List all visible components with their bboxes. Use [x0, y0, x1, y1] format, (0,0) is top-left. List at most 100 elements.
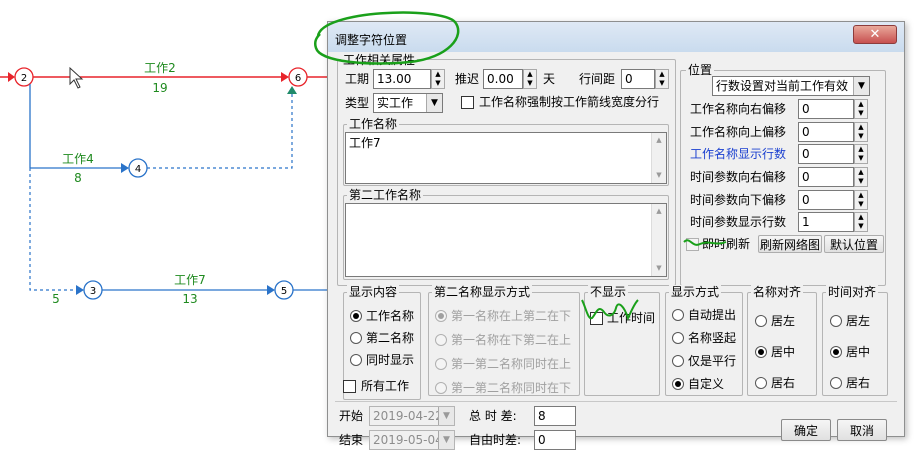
name-up-offset-label: 工作名称向上偏移	[690, 125, 787, 139]
hide-work-time-checkbox[interactable]	[590, 312, 603, 325]
spin-down-icon[interactable]: ▼	[855, 222, 867, 231]
refresh-now-checkbox[interactable]	[686, 238, 699, 251]
duration-spinner[interactable]: ▲ ▼	[431, 69, 445, 89]
display-mode-option-label: 名称竖起	[688, 331, 737, 345]
spin-up-icon[interactable]: ▲	[855, 100, 867, 109]
spin-down-icon[interactable]: ▼	[432, 79, 444, 88]
scroll-down-icon[interactable]: ▼	[652, 261, 666, 276]
display-content-title: 显示内容	[347, 285, 400, 299]
display-content-radio-name[interactable]	[350, 310, 362, 322]
default-position-button[interactable]: 默认位置	[824, 235, 884, 253]
time-right-offset-input[interactable]: 0	[798, 167, 854, 187]
line-spacing-spinner[interactable]: ▲ ▼	[655, 69, 669, 89]
line-spacing-input[interactable]: 0	[621, 69, 655, 89]
all-work-checkbox[interactable]	[343, 380, 356, 393]
scroll-up-icon[interactable]: ▲	[652, 204, 666, 219]
dummy-edge-4-to-6	[147, 94, 293, 169]
spin-up-icon[interactable]: ▲	[855, 145, 867, 154]
chevron-down-icon[interactable]: ▼	[438, 431, 454, 449]
force-split-checkbox[interactable]	[461, 96, 474, 109]
close-button[interactable]: ✕	[853, 25, 897, 44]
chevron-down-icon[interactable]: ▼	[438, 407, 454, 425]
day-unit-label: 天	[543, 72, 556, 86]
name-align-option-label: 居右	[771, 376, 796, 390]
display-mode-radio-custom[interactable]	[672, 378, 684, 390]
line-spacing-label: 行间距	[579, 72, 616, 86]
time-down-offset-input[interactable]: 0	[798, 190, 854, 210]
display-mode-option-label: 仅是平行	[688, 354, 737, 368]
time-rows-input[interactable]: 1	[798, 212, 854, 232]
name-align-title: 名称对齐	[751, 285, 804, 299]
start-date-input[interactable]: 2019-04-22 ▼	[369, 406, 455, 426]
spin-up-icon[interactable]: ▲	[855, 191, 867, 200]
chevron-down-icon[interactable]: ▼	[853, 77, 869, 95]
spin-down-icon[interactable]: ▼	[855, 154, 867, 163]
work-name-scrollbar[interactable]: ▲ ▼	[651, 133, 666, 183]
spin-up-icon[interactable]: ▲	[855, 123, 867, 132]
spin-up-icon[interactable]: ▲	[432, 70, 444, 79]
second-mode-radio-3[interactable]	[435, 358, 447, 370]
type-select[interactable]: 实工作 ▼	[373, 93, 443, 113]
time-rows-label: 时间参数显示行数	[690, 215, 787, 229]
spin-up-icon[interactable]: ▲	[656, 70, 668, 79]
name-up-offset-input[interactable]: 0	[798, 122, 854, 142]
name-rows-input[interactable]: 0	[798, 144, 854, 164]
spin-down-icon[interactable]: ▼	[656, 79, 668, 88]
second-name-scrollbar[interactable]: ▲ ▼	[651, 204, 666, 276]
spin-down-icon[interactable]: ▼	[855, 177, 867, 186]
time-align-radio-center[interactable]	[830, 346, 842, 358]
work-name-textarea[interactable]: 工作7 ▲ ▼	[345, 132, 667, 184]
duration-input[interactable]: 13.00	[373, 69, 431, 89]
name-right-offset-spinner[interactable]: ▲ ▼	[854, 99, 868, 119]
time-down-offset-spinner[interactable]: ▲ ▼	[854, 190, 868, 210]
dialog-titlebar[interactable]: 调整字符位置 ✕	[328, 22, 904, 52]
spin-down-icon[interactable]: ▼	[855, 132, 867, 141]
display-mode-radio-auto[interactable]	[672, 309, 684, 321]
display-content-radio-both[interactable]	[350, 354, 362, 366]
display-mode-radio-parallel[interactable]	[672, 355, 684, 367]
ok-button[interactable]: 确定	[781, 419, 831, 441]
second-mode-radio-1[interactable]	[435, 310, 447, 322]
refresh-network-button[interactable]: 刷新网络图	[758, 235, 822, 253]
total-float-input[interactable]: 8	[534, 406, 576, 426]
name-align-option-label: 居中	[771, 345, 796, 359]
time-down-offset-label: 时间参数向下偏移	[690, 193, 787, 207]
scroll-down-icon[interactable]: ▼	[652, 168, 666, 183]
second-name-textarea[interactable]: ▲ ▼	[345, 203, 667, 277]
display-mode-radio-vertical[interactable]	[672, 332, 684, 344]
end-date-value: 2019-05-04	[373, 433, 443, 447]
time-align-radio-left[interactable]	[830, 315, 842, 327]
spin-up-icon[interactable]: ▲	[524, 70, 536, 79]
free-float-input[interactable]: 0	[534, 430, 576, 450]
time-align-radio-right[interactable]	[830, 377, 842, 389]
spin-up-icon[interactable]: ▲	[855, 168, 867, 177]
time-align-option-label: 居中	[846, 345, 871, 359]
cancel-button[interactable]: 取消	[837, 419, 887, 441]
spin-down-icon[interactable]: ▼	[855, 200, 867, 209]
delay-input[interactable]: 0.00	[483, 69, 523, 89]
hide-title: 不显示	[588, 285, 629, 299]
spin-down-icon[interactable]: ▼	[524, 79, 536, 88]
name-rows-spinner[interactable]: ▲ ▼	[854, 144, 868, 164]
delay-spinner[interactable]: ▲ ▼	[523, 69, 537, 89]
name-align-radio-left[interactable]	[755, 315, 767, 327]
chevron-down-icon[interactable]: ▼	[426, 94, 442, 112]
name-up-offset-spinner[interactable]: ▲ ▼	[854, 122, 868, 142]
edge-work7-duration: 13	[182, 292, 197, 306]
spin-up-icon[interactable]: ▲	[855, 213, 867, 222]
name-align-radio-right[interactable]	[755, 377, 767, 389]
adjust-text-position-dialog: 调整字符位置 ✕ 工作相关属性 工期 13.00 ▲ ▼ 推迟 0.00 ▲ ▼ 天…	[327, 21, 905, 450]
start-date-value: 2019-04-22	[373, 409, 443, 423]
scroll-up-icon[interactable]: ▲	[652, 133, 666, 148]
time-right-offset-spinner[interactable]: ▲ ▼	[854, 167, 868, 187]
name-align-radio-center[interactable]	[755, 346, 767, 358]
second-mode-radio-2[interactable]	[435, 334, 447, 346]
display-content-radio-second[interactable]	[350, 332, 362, 344]
spin-down-icon[interactable]: ▼	[855, 109, 867, 118]
name-right-offset-input[interactable]: 0	[798, 99, 854, 119]
scope-select[interactable]: 行数设置对当前工作有效 ▼	[712, 76, 870, 96]
second-mode-radio-4[interactable]	[435, 382, 447, 394]
end-date-input[interactable]: 2019-05-04 ▼	[369, 430, 455, 450]
time-rows-spinner[interactable]: ▲ ▼	[854, 212, 868, 232]
work-name-value: 工作7	[349, 136, 381, 150]
